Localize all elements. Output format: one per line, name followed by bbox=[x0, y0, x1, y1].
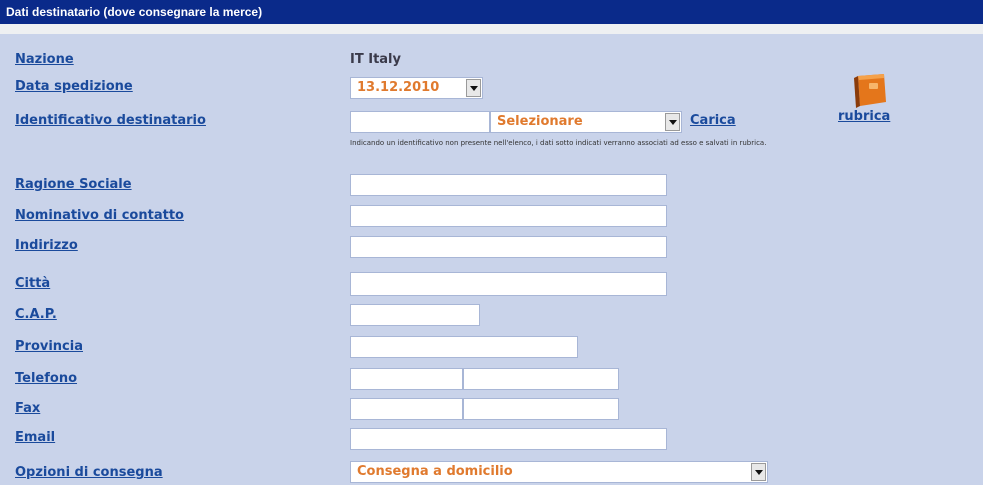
identificativo-dropdown-arrow-icon[interactable] bbox=[665, 113, 680, 131]
fax-number-input[interactable] bbox=[463, 398, 619, 420]
fax-prefix-input[interactable] bbox=[350, 398, 463, 420]
opzioni-dropdown-arrow-icon[interactable] bbox=[751, 463, 766, 481]
nominativo-label[interactable]: Nominativo di contatto bbox=[15, 208, 184, 223]
cap-label[interactable]: C.A.P. bbox=[15, 307, 57, 322]
identificativo-label[interactable]: Identificativo destinatario bbox=[15, 113, 206, 128]
section-header: Dati destinatario (dove consegnare la me… bbox=[0, 0, 983, 24]
citta-label[interactable]: Città bbox=[15, 276, 50, 291]
identificativo-input[interactable] bbox=[350, 111, 490, 133]
indirizzo-label[interactable]: Indirizzo bbox=[15, 238, 78, 253]
provincia-input[interactable] bbox=[350, 336, 578, 358]
telefono-number-input[interactable] bbox=[463, 368, 619, 390]
opzioni-consegna-label[interactable]: Opzioni di consegna bbox=[15, 465, 163, 480]
date-select[interactable]: 13.12.2010 bbox=[350, 77, 483, 99]
cap-input[interactable] bbox=[350, 304, 480, 326]
opzioni-consegna-value: Consegna a domicilio bbox=[357, 464, 513, 479]
citta-input[interactable] bbox=[350, 272, 667, 296]
section-title: Dati destinatario (dove consegnare la me… bbox=[6, 5, 263, 19]
email-label[interactable]: Email bbox=[15, 430, 55, 445]
carica-link[interactable]: Carica bbox=[690, 113, 736, 128]
identificativo-note: Indicando un identificativo non presente… bbox=[350, 139, 767, 147]
fax-label[interactable]: Fax bbox=[15, 401, 40, 416]
email-input[interactable] bbox=[350, 428, 667, 450]
data-spedizione-label[interactable]: Data spedizione bbox=[15, 79, 133, 94]
nazione-value: IT Italy bbox=[350, 52, 401, 67]
address-book-icon[interactable] bbox=[844, 72, 894, 112]
ragione-sociale-input[interactable] bbox=[350, 174, 667, 196]
header-spacer bbox=[0, 24, 983, 34]
rubrica-link[interactable]: rubrica bbox=[838, 109, 890, 124]
ragione-sociale-label[interactable]: Ragione Sociale bbox=[15, 177, 132, 192]
date-select-value: 13.12.2010 bbox=[357, 80, 440, 95]
provincia-label[interactable]: Provincia bbox=[15, 339, 83, 354]
telefono-label[interactable]: Telefono bbox=[15, 371, 77, 386]
indirizzo-input[interactable] bbox=[350, 236, 667, 258]
nazione-label[interactable]: Nazione bbox=[15, 52, 74, 67]
identificativo-select-value: Selezionare bbox=[497, 114, 583, 129]
nominativo-input[interactable] bbox=[350, 205, 667, 227]
telefono-prefix-input[interactable] bbox=[350, 368, 463, 390]
date-dropdown-arrow-icon[interactable] bbox=[466, 79, 481, 97]
opzioni-consegna-select[interactable]: Consegna a domicilio bbox=[350, 461, 768, 483]
identificativo-select[interactable]: Selezionare bbox=[490, 111, 682, 133]
